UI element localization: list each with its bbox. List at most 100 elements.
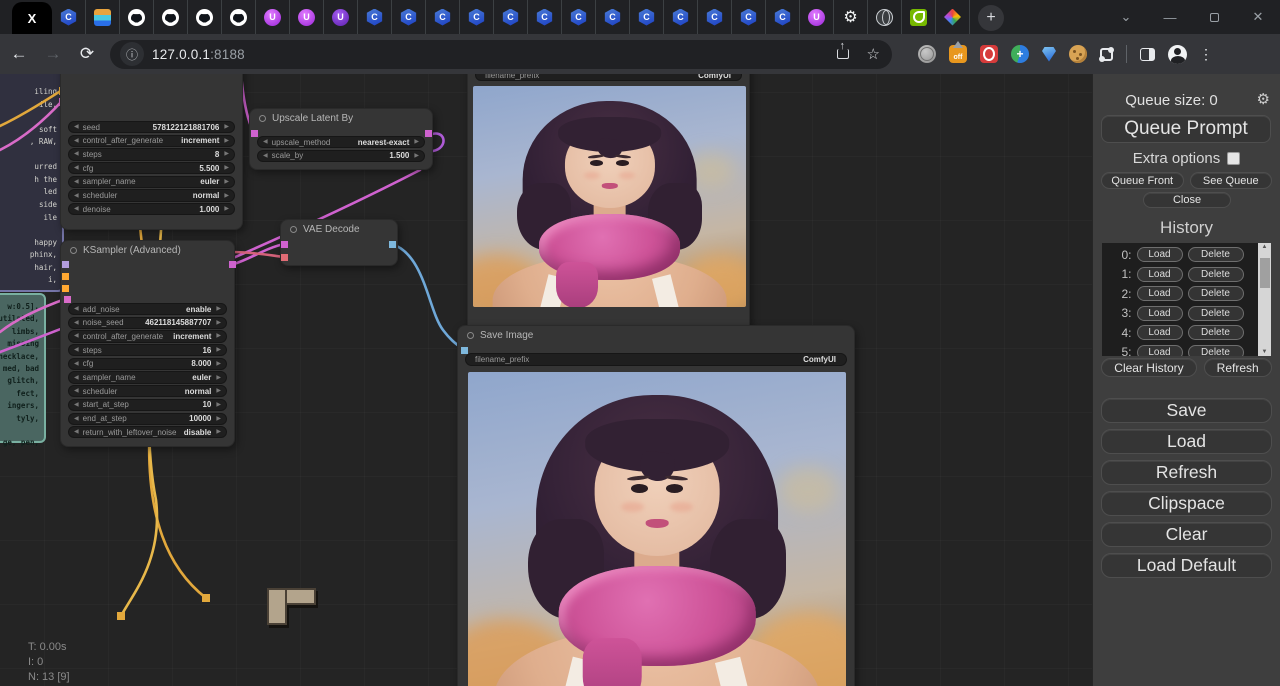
- group-corner-handle[interactable]: [267, 588, 312, 621]
- widget-right-arrow-icon[interactable]: ▶: [224, 151, 229, 157]
- widget-left-arrow-icon[interactable]: ◀: [74, 124, 79, 130]
- widget-right-arrow-icon[interactable]: ▶: [216, 361, 221, 367]
- browser-tab[interactable]: [52, 0, 86, 34]
- save-image-node[interactable]: Save Image filename_prefix ComfyUI: [457, 325, 855, 686]
- browser-menu-chevron-icon[interactable]: ⌄: [1104, 0, 1148, 34]
- reload-button[interactable]: ⟳: [72, 39, 102, 69]
- node-widget[interactable]: ◀ denoise 1.000 ▶: [68, 203, 235, 215]
- browser-tab[interactable]: [290, 0, 324, 34]
- node-widget[interactable]: filename_prefix ComfyUI: [475, 74, 742, 81]
- browser-tab[interactable]: [426, 0, 460, 34]
- slot-images-in[interactable]: [461, 347, 468, 354]
- history-delete-button[interactable]: Delete: [1188, 286, 1244, 301]
- scroll-up-icon[interactable]: ▲: [1262, 244, 1268, 250]
- slot-latent-out[interactable]: [229, 261, 236, 268]
- browser-tab[interactable]: [766, 0, 800, 34]
- forward-button[interactable]: →: [38, 39, 68, 69]
- browser-tab[interactable]: [902, 0, 936, 34]
- menu-button[interactable]: Save: [1101, 398, 1272, 423]
- browser-tab[interactable]: [256, 0, 290, 34]
- widget-left-arrow-icon[interactable]: ◀: [74, 206, 79, 212]
- extension-globe-plus-icon[interactable]: [1011, 45, 1029, 63]
- node-widget[interactable]: ◀ start_at_step 10 ▶: [68, 399, 227, 411]
- site-info-icon[interactable]: ⓘ: [120, 42, 144, 66]
- slot-vae[interactable]: [281, 254, 288, 261]
- slot-latent[interactable]: [64, 296, 71, 303]
- browser-menu-icon[interactable]: ⋮: [1199, 46, 1213, 63]
- widget-right-arrow-icon[interactable]: ▶: [224, 193, 229, 199]
- browser-tab[interactable]: [358, 0, 392, 34]
- back-button[interactable]: ←: [4, 39, 34, 69]
- widget-right-arrow-icon[interactable]: ▶: [216, 416, 221, 422]
- node-widget[interactable]: ◀ upscale_method nearest-exact ▶: [257, 136, 425, 148]
- negative-prompt-node[interactable]: w:0.5],utilated,limbs,missingnecklace,me…: [0, 293, 46, 443]
- clear-history-button[interactable]: Clear History: [1101, 358, 1196, 377]
- history-load-button[interactable]: Load: [1137, 306, 1183, 321]
- browser-tab[interactable]: [562, 0, 596, 34]
- ksampler-node[interactable]: ◀ seed 578122121881706 ▶ ◀ control_after…: [60, 74, 243, 230]
- node-widget[interactable]: ◀ scale_by 1.500 ▶: [257, 150, 425, 162]
- browser-tab[interactable]: [664, 0, 698, 34]
- minimize-button[interactable]: —: [1148, 0, 1192, 34]
- widget-left-arrow-icon[interactable]: ◀: [74, 165, 79, 171]
- widget-right-arrow-icon[interactable]: ▶: [224, 165, 229, 171]
- browser-tab[interactable]: [188, 0, 222, 34]
- browser-tab[interactable]: [460, 0, 494, 34]
- slot-image-out[interactable]: [389, 241, 396, 248]
- widget-right-arrow-icon[interactable]: ▶: [224, 206, 229, 212]
- browser-tab[interactable]: [732, 0, 766, 34]
- browser-tab[interactable]: [868, 0, 902, 34]
- active-tab[interactable]: X: [12, 2, 52, 34]
- queue-prompt-button[interactable]: Queue Prompt: [1101, 115, 1271, 143]
- widget-left-arrow-icon[interactable]: ◀: [74, 333, 79, 339]
- share-icon[interactable]: [837, 49, 849, 59]
- node-widget[interactable]: ◀ noise_seed 462118145887707 ▶: [68, 317, 227, 329]
- widget-left-arrow-icon[interactable]: ◀: [74, 193, 79, 199]
- menu-button[interactable]: Load Default: [1101, 553, 1272, 578]
- node-widget[interactable]: ◀ add_noise enable ▶: [68, 303, 227, 315]
- upscale-latent-node[interactable]: Upscale Latent By ◀ upscale_method neare…: [249, 108, 433, 170]
- see-queue-button[interactable]: See Queue: [1190, 172, 1273, 189]
- browser-tab[interactable]: [834, 0, 868, 34]
- widget-right-arrow-icon[interactable]: ▶: [216, 306, 221, 312]
- slot-latent-out[interactable]: [425, 130, 432, 137]
- profile-avatar[interactable]: [1168, 45, 1187, 64]
- collapse-dot-icon[interactable]: [259, 115, 266, 122]
- browser-tab[interactable]: [800, 0, 834, 34]
- extension-off-badge-icon[interactable]: [949, 45, 967, 63]
- close-queue-button[interactable]: Close: [1143, 192, 1231, 208]
- widget-left-arrow-icon[interactable]: ◀: [74, 429, 79, 435]
- node-widget[interactable]: ◀ end_at_step 10000 ▶: [68, 413, 227, 425]
- node-widget[interactable]: ◀ cfg 5.500 ▶: [68, 162, 235, 174]
- history-scrollbar[interactable]: ▲ ▼: [1258, 243, 1271, 356]
- history-load-button[interactable]: Load: [1137, 325, 1183, 340]
- widget-left-arrow-icon[interactable]: ◀: [74, 320, 79, 326]
- restore-button[interactable]: [1192, 0, 1236, 34]
- widget-right-arrow-icon[interactable]: ▶: [224, 179, 229, 185]
- node-widget[interactable]: ◀ cfg 8.000 ▶: [68, 358, 227, 370]
- node-widget[interactable]: ◀ sampler_name euler ▶: [68, 371, 227, 383]
- browser-tab[interactable]: [120, 0, 154, 34]
- node-widget[interactable]: ◀ scheduler normal ▶: [68, 189, 235, 201]
- browser-tab[interactable]: [630, 0, 664, 34]
- history-delete-button[interactable]: Delete: [1188, 267, 1244, 282]
- vae-decode-node[interactable]: VAE Decode: [280, 219, 398, 266]
- extension-gem-icon[interactable]: [1042, 47, 1056, 62]
- widget-right-arrow-icon[interactable]: ▶: [216, 388, 221, 394]
- scrollbar-thumb[interactable]: [1260, 258, 1270, 288]
- history-delete-button[interactable]: Delete: [1188, 325, 1244, 340]
- browser-tab[interactable]: [324, 0, 358, 34]
- browser-tab[interactable]: [528, 0, 562, 34]
- menu-button[interactable]: Clear: [1101, 522, 1272, 547]
- history-delete-button[interactable]: Delete: [1188, 247, 1244, 262]
- comfyui-canvas[interactable]: ilingile,soft, RAW,urredh theledsideileh…: [0, 74, 1092, 686]
- bookmark-star-icon[interactable]: ☆: [867, 45, 880, 63]
- extensions-puzzle-icon[interactable]: [1100, 48, 1113, 61]
- widget-left-arrow-icon[interactable]: ◀: [74, 138, 79, 144]
- saved-image-preview[interactable]: [468, 372, 846, 686]
- node-widget[interactable]: ◀ scheduler normal ▶: [68, 385, 227, 397]
- widget-right-arrow-icon[interactable]: ▶: [414, 139, 419, 145]
- close-button[interactable]: ✕: [1236, 0, 1280, 34]
- menu-button[interactable]: Clipspace: [1101, 491, 1272, 516]
- widget-left-arrow-icon[interactable]: ◀: [74, 375, 79, 381]
